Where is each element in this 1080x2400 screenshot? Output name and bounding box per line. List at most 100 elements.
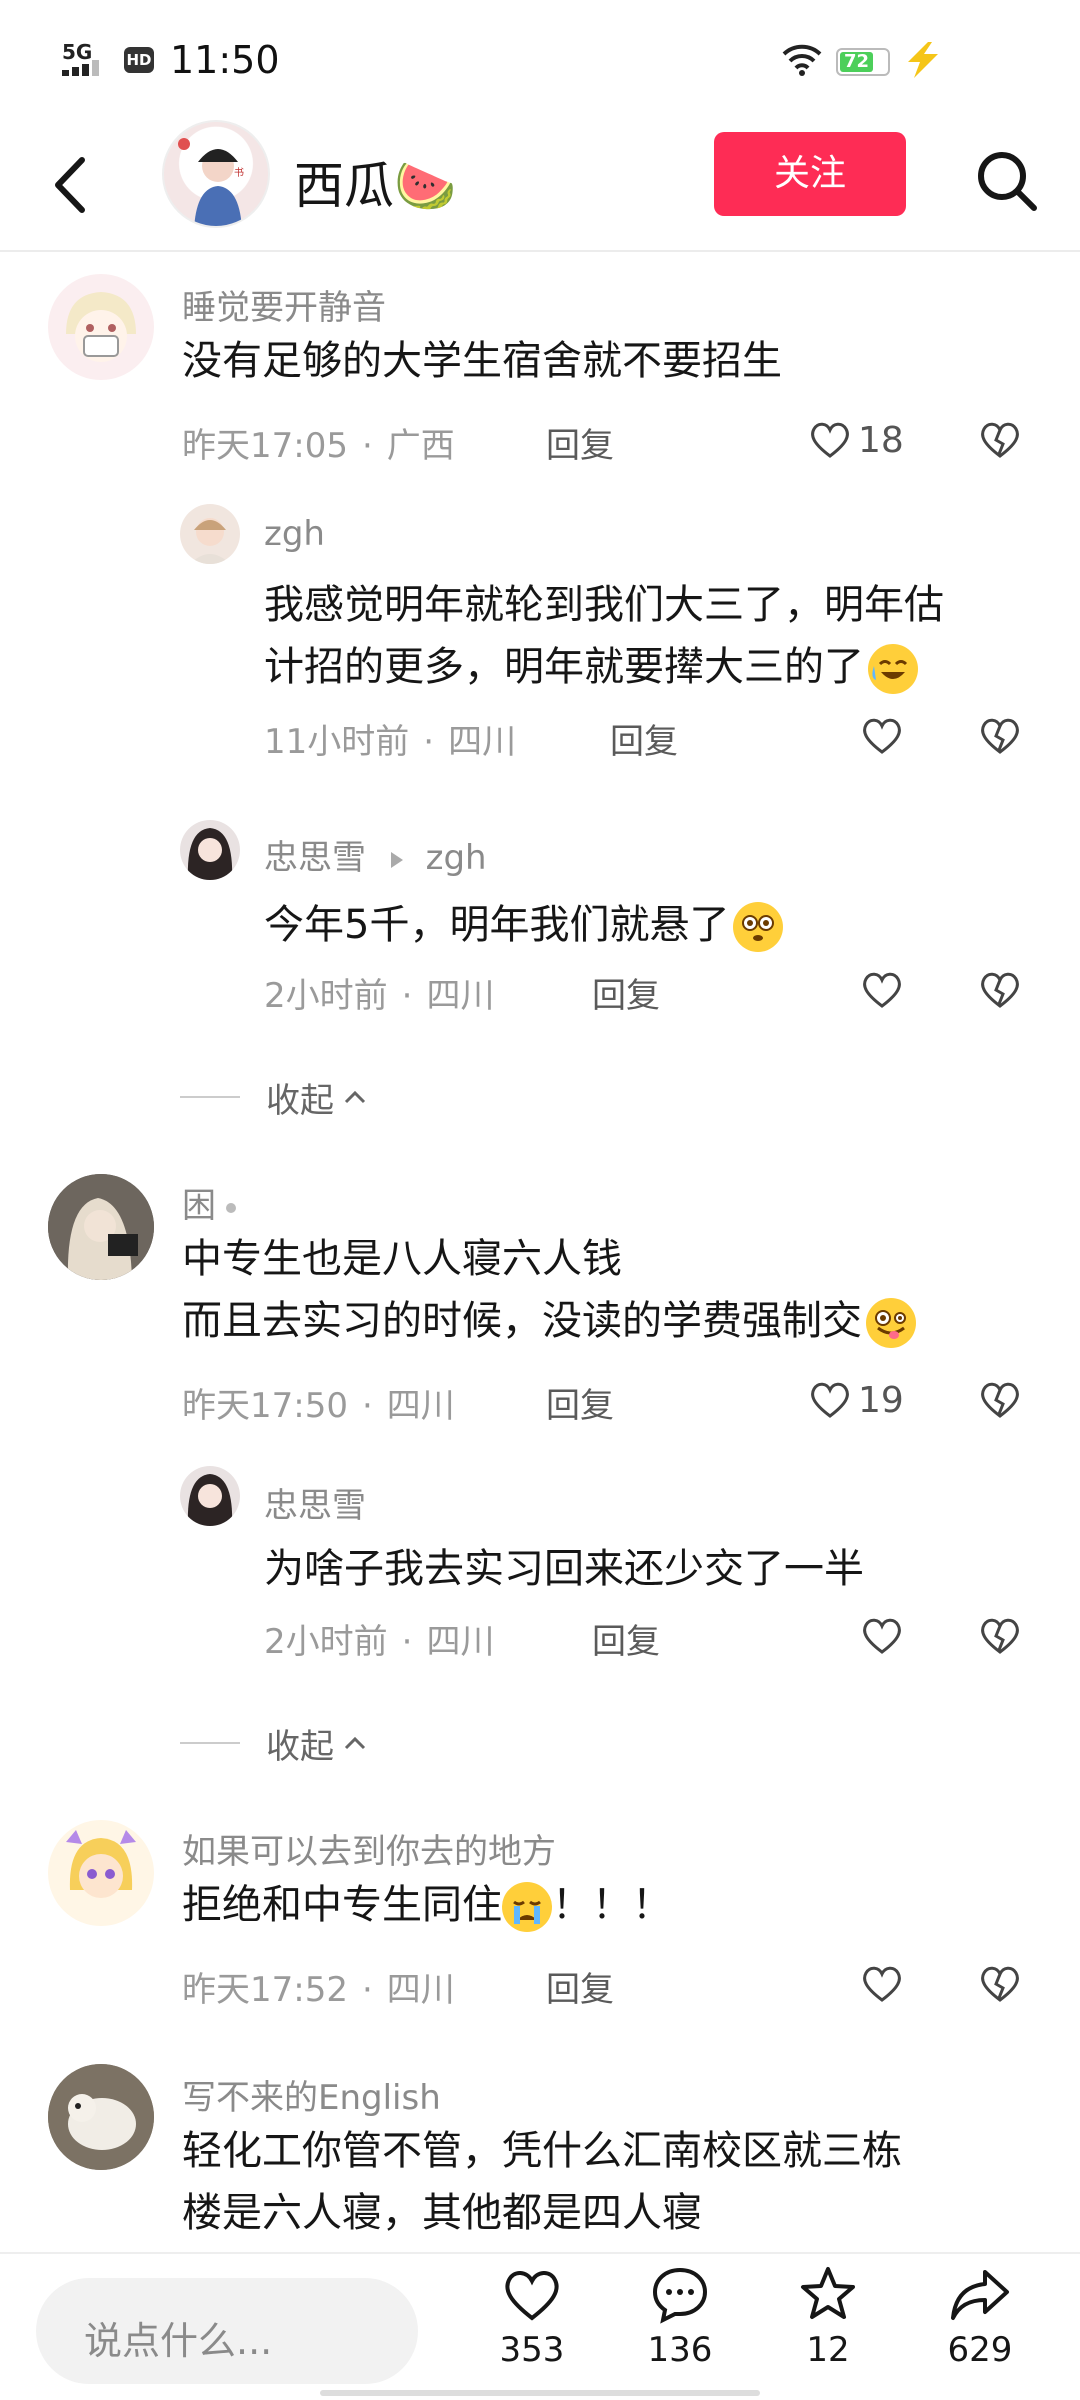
broken-heart-icon[interactable] [978, 968, 1022, 1012]
share-total: 629 [947, 2330, 1013, 2370]
comment-time: 2小时前 [264, 976, 388, 1016]
broken-heart-icon[interactable] [978, 1962, 1022, 2006]
commenter-avatar[interactable] [48, 2064, 154, 2170]
reply-button[interactable]: 回复 [592, 968, 660, 1017]
collapse-replies-button[interactable]: 收起 [180, 1718, 370, 1768]
collapse-label: 收起 [266, 1726, 334, 1767]
avatar-image [187, 1474, 233, 1526]
online-dot-icon [226, 1202, 236, 1213]
comment-text: 我感觉明年就轮到我们大三了，明年估 计招的更多，明年就要撵大三的了 [264, 574, 1054, 698]
comment-meta: 2小时前 · 四川 [264, 968, 494, 1017]
comment-time: 2小时前 [264, 1622, 388, 1662]
comment-meta: 2小时前 · 四川 [264, 1614, 494, 1663]
heart-icon [811, 1382, 849, 1418]
heart-icon [863, 1966, 901, 2002]
avatar-image [48, 2064, 154, 2170]
broken-heart-icon[interactable] [978, 418, 1022, 462]
share-arrow-icon [951, 2270, 1009, 2320]
reply-arrow-icon [390, 851, 403, 868]
broken-heart-icon[interactable] [978, 1378, 1022, 1422]
like-button[interactable] [860, 1960, 904, 2008]
like-count: 18 [858, 419, 904, 461]
comment-location: 四川 [426, 1622, 495, 1662]
commenter-name: 忠思雪 zgh [264, 830, 487, 879]
commenter-name[interactable]: 睡觉要开静音 [182, 280, 386, 329]
commenter-avatar[interactable] [180, 820, 240, 880]
comment-time: 昨天17:50 [182, 1386, 348, 1426]
heart-icon [811, 422, 849, 458]
commenter-name-text[interactable]: 困 [182, 1186, 216, 1226]
comment-meta: 昨天17:50 · 四川 [182, 1378, 455, 1427]
charging-bolt-icon [908, 42, 938, 78]
comment-bubble-icon [652, 2267, 708, 2324]
commenter-name[interactable]: zgh [264, 514, 325, 554]
zany-face-emoji-icon [866, 1298, 916, 1348]
follow-button[interactable]: 关注 [714, 132, 906, 216]
comment-text-line: 而且去实习的时候，没读的学费强制交 [182, 1298, 862, 1344]
avatar-image [66, 292, 136, 362]
reply-button[interactable]: 回复 [546, 418, 614, 467]
commenter-avatar[interactable] [180, 504, 240, 564]
comment-meta: 昨天17:52 · 四川 [182, 1962, 455, 2011]
reply-to-name[interactable]: zgh [426, 838, 487, 878]
commenter-name[interactable]: 如果可以去到你去的地方 [182, 1824, 556, 1873]
comment-location: 四川 [448, 722, 517, 762]
chevron-up-icon [344, 1736, 366, 1750]
avatar-image [187, 828, 233, 880]
like-button[interactable]: 18 [808, 416, 904, 464]
comment-location: 四川 [386, 1970, 455, 2010]
meta-separator: · [361, 1970, 373, 2010]
comment-action-button[interactable]: 136 [620, 2264, 740, 2370]
status-bar: 5G HD 11:50 72 [0, 0, 1080, 120]
commenter-avatar[interactable] [48, 1820, 154, 1926]
collapse-divider [180, 1742, 240, 1744]
commenter-avatar[interactable] [48, 274, 154, 380]
hd-badge: HD [124, 47, 154, 73]
collapse-divider [180, 1096, 240, 1098]
like-count: 19 [858, 1379, 904, 1421]
like-button[interactable] [860, 712, 904, 760]
commenter-avatar[interactable] [180, 1466, 240, 1526]
wifi-icon [782, 44, 822, 76]
battery-indicator: 72 [836, 48, 890, 76]
home-indicator[interactable] [320, 2390, 760, 2396]
comment-text: 没有足够的大学生宿舍就不要招生 [182, 338, 782, 384]
collapse-label: 收起 [266, 1080, 334, 1121]
avatar-image [190, 518, 230, 564]
comment-text-line-wrap: 而且去实习的时候，没读的学费强制交 [182, 1290, 1062, 1352]
commenter-name-text[interactable]: 忠思雪 [264, 838, 366, 878]
like-action-button[interactable]: 353 [472, 2264, 592, 2370]
comment-input-placeholder: 说点什么... [84, 2319, 273, 2363]
bottom-action-bar: 说点什么... 353 136 12 629 [0, 2252, 1080, 2400]
commenter-name: 困 [182, 1178, 236, 1227]
heart-icon [863, 972, 901, 1008]
favorite-action-button[interactable]: 12 [768, 2264, 888, 2370]
broken-heart-icon[interactable] [978, 714, 1022, 758]
broken-heart-icon[interactable] [978, 1614, 1022, 1658]
laugh-cry-emoji-icon [868, 644, 918, 694]
reply-button[interactable]: 回复 [546, 1378, 614, 1427]
commenter-avatar[interactable] [48, 1174, 154, 1280]
like-button[interactable] [860, 1612, 904, 1660]
commenter-name[interactable]: 忠思雪 [264, 1478, 366, 1527]
meta-separator: · [361, 1386, 373, 1426]
chevron-up-icon [344, 1090, 366, 1104]
like-button[interactable] [860, 966, 904, 1014]
reply-button[interactable]: 回复 [592, 1614, 660, 1663]
share-action-button[interactable]: 629 [920, 2264, 1040, 2370]
comment-text-tail: ！！！ [552, 1882, 672, 1928]
collapse-replies-button[interactable]: 收起 [180, 1072, 370, 1122]
reply-button[interactable]: 回复 [610, 714, 678, 763]
author-avatar[interactable]: 书 [162, 120, 270, 228]
reply-button[interactable]: 回复 [546, 1962, 614, 2011]
svg-text:书: 书 [234, 167, 244, 179]
comment-text: 中专生也是八人寝六人钱 而且去实习的时候，没读的学费强制交 [182, 1228, 1062, 1352]
comment-text: 今年5千，明年我们就悬了 [264, 894, 784, 956]
search-icon[interactable] [972, 146, 1042, 216]
like-button[interactable]: 19 [808, 1376, 904, 1424]
clock: 11:50 [170, 38, 280, 82]
comment-location: 四川 [386, 1386, 455, 1426]
commenter-name[interactable]: 写不来的English [182, 2070, 441, 2119]
back-icon[interactable] [40, 150, 100, 220]
comment-input[interactable]: 说点什么... [36, 2278, 418, 2384]
